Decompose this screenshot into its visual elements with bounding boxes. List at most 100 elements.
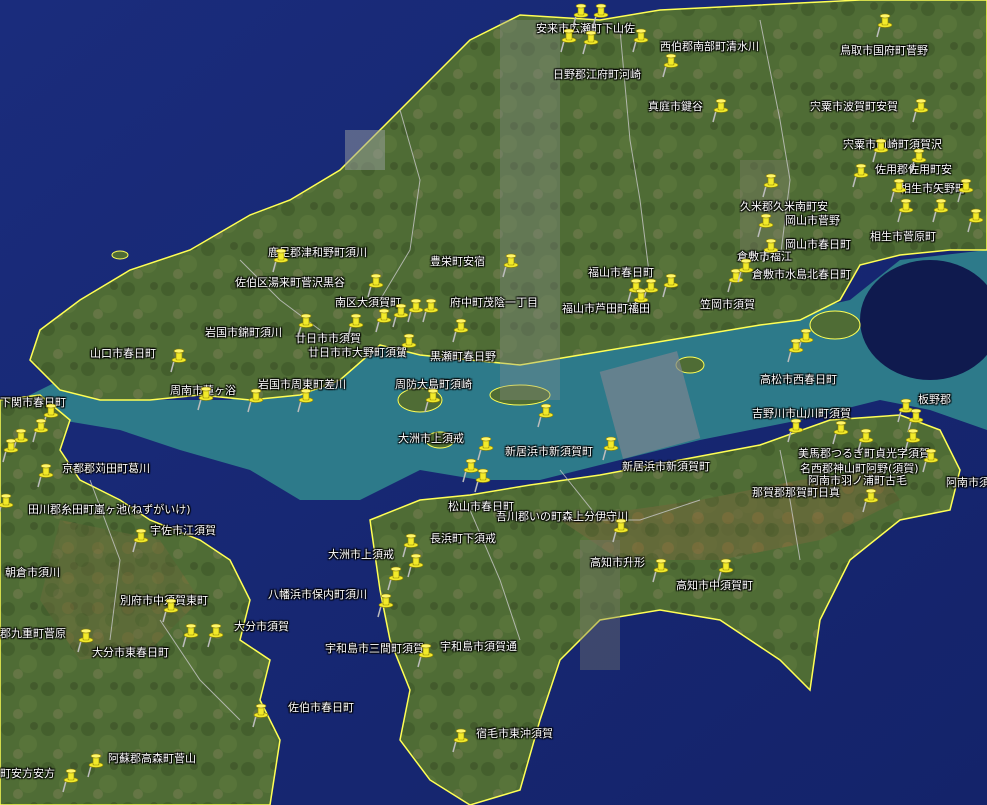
pushpin-icon[interactable] xyxy=(861,487,879,513)
pushpin-icon[interactable] xyxy=(903,427,921,453)
place-label[interactable]: 高知市升形 xyxy=(590,556,645,569)
pushpin-icon[interactable] xyxy=(206,622,224,648)
pushpin-icon[interactable] xyxy=(786,337,804,363)
pushpin-icon[interactable] xyxy=(711,97,729,123)
place-label[interactable]: 高松市西春日町 xyxy=(760,373,837,386)
pushpin-icon[interactable] xyxy=(376,592,394,618)
pushpin-icon[interactable] xyxy=(851,162,869,188)
pushpin-icon[interactable] xyxy=(251,702,269,728)
pushpin-icon[interactable] xyxy=(451,727,469,753)
place-label[interactable]: 田川郡糸田町嵐ヶ池(ねずがいけ) xyxy=(28,503,191,516)
pushpin-icon[interactable] xyxy=(611,517,629,543)
pushpin-icon[interactable] xyxy=(786,417,804,443)
pushpin-icon[interactable] xyxy=(631,27,649,53)
pushpin-icon[interactable] xyxy=(296,312,314,338)
pushpin-icon[interactable] xyxy=(536,402,554,428)
pushpin-icon[interactable] xyxy=(831,419,849,445)
place-label[interactable]: 新居浜市新須賀町 xyxy=(505,445,593,458)
pushpin-icon[interactable] xyxy=(651,557,669,583)
pushpin-icon[interactable] xyxy=(271,247,289,273)
place-label[interactable]: 郡九重町菅原 xyxy=(0,627,66,640)
pushpin-icon[interactable] xyxy=(196,385,214,411)
place-label[interactable]: 大洲市上須戒 xyxy=(328,548,394,561)
place-label[interactable]: 宿毛市東沖須賀 xyxy=(476,727,553,740)
pushpin-icon[interactable] xyxy=(856,427,874,453)
place-label[interactable]: 朝倉市須川 xyxy=(5,566,60,579)
pushpin-icon[interactable] xyxy=(399,332,417,358)
pushpin-icon[interactable] xyxy=(571,2,589,28)
pushpin-icon[interactable] xyxy=(559,27,577,53)
pushpin-icon[interactable] xyxy=(581,29,599,55)
pushpin-icon[interactable] xyxy=(631,287,649,313)
pushpin-icon[interactable] xyxy=(131,527,149,553)
place-label[interactable]: 府中町茂陰一丁目 xyxy=(450,296,538,309)
pushpin-icon[interactable] xyxy=(761,172,779,198)
place-label[interactable]: 京都郡苅田町葛川 xyxy=(62,462,150,475)
pushpin-icon[interactable] xyxy=(601,435,619,461)
pushpin-icon[interactable] xyxy=(473,467,491,493)
pushpin-icon[interactable] xyxy=(246,387,264,413)
pushpin-icon[interactable] xyxy=(161,597,179,623)
satellite-map[interactable]: 安来市広瀬町下山佐 西伯郡南部町清水川 鳥取市国府町菅野 日野郡江府町河崎 真庭市鍵谷宍… xyxy=(0,0,987,805)
place-label[interactable]: 大分市東春日町 xyxy=(92,646,169,659)
place-label[interactable]: 大洲市上須戒 xyxy=(398,432,464,445)
place-label[interactable]: 岡山市菅野 xyxy=(785,214,840,227)
pushpin-icon[interactable] xyxy=(0,492,14,518)
place-label[interactable]: 廿日市市大野町須賀 xyxy=(308,346,407,359)
place-label[interactable]: 宇和島市須賀通 xyxy=(440,640,517,653)
pushpin-icon[interactable] xyxy=(1,437,19,463)
pushpin-icon[interactable] xyxy=(386,565,404,591)
pushpin-icon[interactable] xyxy=(76,627,94,653)
place-label[interactable]: 阿南市須 xyxy=(946,476,987,489)
place-label[interactable]: 八幡浜市保内町須川 xyxy=(268,588,367,601)
place-label[interactable]: 長浜町下須戒 xyxy=(430,532,496,545)
place-label[interactable]: 豊栄町安宿 xyxy=(430,255,485,268)
pushpin-icon[interactable] xyxy=(875,12,893,38)
pushpin-icon[interactable] xyxy=(921,447,939,473)
pushpin-icon[interactable] xyxy=(61,767,79,793)
pushpin-icon[interactable] xyxy=(421,297,439,323)
pushpin-icon[interactable] xyxy=(661,272,679,298)
pushpin-icon[interactable] xyxy=(406,552,424,578)
place-label[interactable]: 大分市須賀 xyxy=(234,620,289,633)
place-label[interactable]: 鳥取市国府町菅野 xyxy=(840,44,928,57)
place-label[interactable]: 宇佐市江須賀 xyxy=(150,524,216,537)
pushpin-icon[interactable] xyxy=(761,237,779,263)
pushpin-icon[interactable] xyxy=(956,177,974,203)
pushpin-icon[interactable] xyxy=(31,417,49,443)
pushpin-icon[interactable] xyxy=(374,307,392,333)
pushpin-icon[interactable] xyxy=(451,317,469,343)
place-label[interactable]: 那賀郡那賀町日真 xyxy=(752,486,840,499)
place-label[interactable]: 宍粟市山崎町須賀沢 xyxy=(843,138,942,151)
pushpin-icon[interactable] xyxy=(296,387,314,413)
pushpin-icon[interactable] xyxy=(501,252,519,278)
place-label[interactable]: 新居浜市新須賀町 xyxy=(622,460,710,473)
place-label[interactable]: 宍粟市波賀町安賀 xyxy=(810,100,898,113)
pushpin-icon[interactable] xyxy=(86,752,104,778)
place-label[interactable]: 吾川郡いの町森上分伊守川 xyxy=(496,510,628,523)
pushpin-icon[interactable] xyxy=(911,97,929,123)
place-label[interactable]: 高知市中須賀町 xyxy=(676,579,753,592)
place-label[interactable]: 日野郡江府町河崎 xyxy=(553,68,641,81)
place-label[interactable]: 笠岡市須賀 xyxy=(700,298,755,311)
place-label[interactable]: 久米郡久米南町安 xyxy=(740,200,828,213)
place-label[interactable]: 佐伯区湯来町菅沢黒谷 xyxy=(235,276,345,289)
pushpin-icon[interactable] xyxy=(871,137,889,163)
pushpin-icon[interactable] xyxy=(966,207,984,233)
pushpin-icon[interactable] xyxy=(736,257,754,283)
pushpin-icon[interactable] xyxy=(661,52,679,78)
place-label[interactable]: 山口市春日町 xyxy=(90,347,156,360)
place-label[interactable]: 岡山市春日町 xyxy=(785,238,851,251)
pushpin-icon[interactable] xyxy=(931,197,949,223)
place-label[interactable]: 倉敷市水島北春日町 xyxy=(752,268,851,281)
pushpin-icon[interactable] xyxy=(716,557,734,583)
pushpin-icon[interactable] xyxy=(591,2,609,28)
pushpin-icon[interactable] xyxy=(169,347,187,373)
pushpin-icon[interactable] xyxy=(896,197,914,223)
pushpin-icon[interactable] xyxy=(36,462,54,488)
pushpin-icon[interactable] xyxy=(391,302,409,328)
pushpin-icon[interactable] xyxy=(423,387,441,413)
place-label[interactable]: 岩国市錦町須川 xyxy=(205,326,282,339)
place-label[interactable]: 阿蘇郡高森町菅山 xyxy=(108,752,196,765)
place-label[interactable]: 佐伯市春日町 xyxy=(288,701,354,714)
